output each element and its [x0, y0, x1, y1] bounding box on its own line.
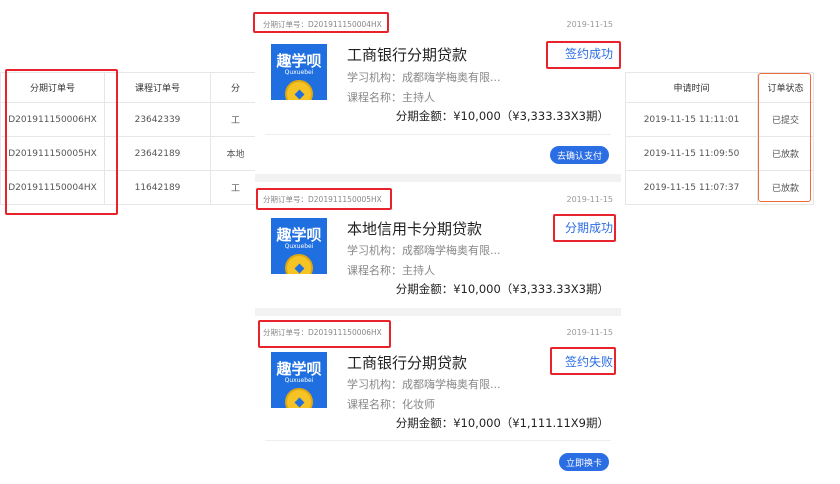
institution: 学习机构：成都嗨学梅奥有限... [347, 244, 501, 257]
cell-partial: 本地 [210, 136, 261, 171]
quxuebei-logo: 趣学呗 Quxuebei [271, 44, 327, 100]
table-row[interactable]: 2019-11-15 11:11:01 已提交 [625, 102, 814, 137]
loan-status: 分期成功 [564, 221, 613, 235]
coin-icon [285, 388, 313, 408]
coin-icon [285, 254, 313, 274]
installment-card[interactable]: 分期订单号：D201911150006HX 2019-11-15 趣学呗 Qux… [255, 316, 621, 484]
header-order-status: 订单状态 [757, 72, 814, 103]
card-header: 分期订单号：D201911150005HX 2019-11-15 [263, 189, 613, 209]
cell-partial: 工 [210, 170, 261, 205]
card-separator [255, 174, 621, 182]
loan-title: 工商银行分期贷款 [347, 46, 468, 64]
header-installment-order-no: 分期订单号 [0, 72, 105, 103]
table-row[interactable]: D201911150004HX 11642189 工 [0, 170, 261, 205]
table-row[interactable]: 2019-11-15 11:07:37 已放款 [625, 170, 814, 205]
table-row[interactable]: D201911150006HX 23642339 工 [0, 102, 261, 137]
quxuebei-logo: 趣学呗 Quxuebei [271, 352, 327, 408]
logo-text: 趣学呗 [276, 226, 322, 244]
cell-course-order-no: 23642189 [104, 136, 211, 171]
logo-subtext: Quxuebei [284, 377, 314, 384]
header-partial: 分 [210, 72, 261, 103]
logo-text: 趣学呗 [276, 360, 322, 378]
divider [265, 134, 611, 135]
confirm-payment-button[interactable]: 去确认支付 [549, 146, 609, 164]
screenshot-stage: 分期订单号 课程订单号 分 D201911150006HX 23642339 工… [0, 0, 840, 484]
cell-apply-time: 2019-11-15 11:07:37 [625, 170, 758, 205]
quxuebei-logo: 趣学呗 Quxuebei [271, 218, 327, 274]
logo-subtext: Quxuebei [284, 243, 314, 250]
cell-installment-order-no: D201911150004HX [0, 170, 105, 205]
installment-amount: 分期金额：¥10,000（¥3,333.33X3期） [395, 109, 609, 123]
cell-installment-order-no: D201911150005HX [0, 136, 105, 171]
course-name: 课程名称：化妆师 [347, 398, 435, 411]
cell-order-status: 已放款 [757, 136, 814, 171]
course-name: 课程名称：主持人 [347, 91, 435, 104]
header-apply-time: 申请时间 [625, 72, 758, 103]
cell-partial: 工 [210, 102, 261, 137]
orders-table-left: 分期订单号 课程订单号 分 D201911150006HX 23642339 工… [0, 72, 261, 205]
cell-order-status: 已放款 [757, 170, 814, 205]
order-date: 2019-11-15 [566, 194, 614, 204]
table-header-row: 申请时间 订单状态 [625, 72, 814, 103]
installment-card-list: 分期订单号：D201911150004HX 2019-11-15 趣学呗 Qux… [255, 0, 621, 484]
course-name: 课程名称：主持人 [347, 264, 435, 277]
cell-installment-order-no: D201911150006HX [0, 102, 105, 137]
order-date: 2019-11-15 [566, 327, 614, 337]
cell-course-order-no: 11642189 [104, 170, 211, 205]
header-course-order-no: 课程订单号 [104, 72, 211, 103]
logo-subtext: Quxuebei [284, 69, 314, 76]
orders-table-right: 申请时间 订单状态 2019-11-15 11:11:01 已提交 2019-1… [625, 72, 814, 205]
card-header: 分期订单号：D201911150004HX 2019-11-15 [263, 14, 613, 34]
logo-text: 趣学呗 [276, 52, 322, 70]
card-header: 分期订单号：D201911150006HX 2019-11-15 [263, 322, 613, 342]
order-date: 2019-11-15 [566, 19, 614, 29]
installment-card[interactable]: 分期订单号：D201911150004HX 2019-11-15 趣学呗 Qux… [255, 0, 621, 174]
cell-course-order-no: 23642339 [104, 102, 211, 137]
coin-icon [285, 80, 313, 100]
installment-card[interactable]: 分期订单号：D201911150005HX 2019-11-15 趣学呗 Qux… [255, 182, 621, 308]
order-id: 分期订单号：D201911150005HX [263, 194, 382, 204]
order-id: 分期订单号：D201911150006HX [263, 327, 382, 337]
loan-title: 工商银行分期贷款 [347, 354, 468, 372]
table-row[interactable]: 2019-11-15 11:09:50 已放款 [625, 136, 814, 171]
order-id: 分期订单号：D201911150004HX [263, 19, 382, 29]
card-separator [255, 308, 621, 316]
institution: 学习机构：成都嗨学梅奥有限... [347, 71, 501, 84]
table-row[interactable]: D201911150005HX 23642189 本地 [0, 136, 261, 171]
loan-status: 签约失败 [564, 355, 613, 369]
cell-order-status: 已提交 [757, 102, 814, 137]
installment-amount: 分期金额：¥10,000（¥3,333.33X3期） [395, 282, 609, 296]
cell-apply-time: 2019-11-15 11:09:50 [625, 136, 758, 171]
installment-amount: 分期金额：¥10,000（¥1,111.11X9期） [395, 416, 609, 430]
table-header-row: 分期订单号 课程订单号 分 [0, 72, 261, 103]
institution: 学习机构：成都嗨学梅奥有限... [347, 378, 501, 391]
loan-status: 签约成功 [564, 47, 613, 61]
change-card-button[interactable]: 立即换卡 [558, 453, 609, 471]
loan-title: 本地信用卡分期贷款 [347, 220, 483, 238]
cell-apply-time: 2019-11-15 11:11:01 [625, 102, 758, 137]
divider [265, 440, 611, 441]
